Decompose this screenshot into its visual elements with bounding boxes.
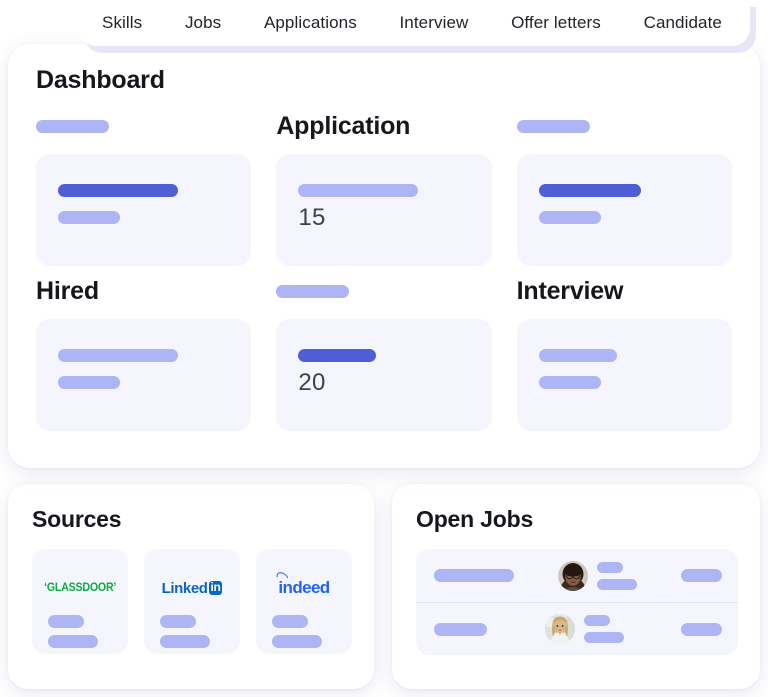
source-card-glassdoor[interactable]: ‘GLASSDOOR’ [32, 549, 128, 654]
job-meta-bar-bottom-1 [597, 578, 637, 590]
indeed-logo: indeed [272, 570, 352, 601]
placeholder-label-4 [276, 284, 350, 298]
top-navigation-bar: Skills Jobs Applications Interview Offer… [78, 0, 750, 46]
job-meta-bar-top-2 [583, 615, 610, 626]
sources-list: ‘GLASSDOOR’ Linked in indeed [32, 549, 352, 654]
source-bar-top-linkedin [160, 615, 196, 628]
job-title-bar-2 [434, 622, 487, 636]
stat-cell-4-header [276, 276, 491, 306]
dashboard-panel: Dashboard Application 15 Hired 20 Interv… [8, 44, 760, 468]
open-jobs-panel: Open Jobs [392, 484, 760, 689]
stat-value-application: 15 [298, 204, 326, 231]
source-card-linkedin[interactable]: Linked in [144, 549, 240, 654]
linkedin-word: Linked [161, 579, 208, 597]
indeed-logo-text: indeed [275, 570, 330, 598]
stat-bar-primary-interview [538, 349, 617, 362]
open-jobs-title: Open Jobs [416, 506, 534, 532]
linkedin-logo: Linked in [160, 575, 240, 601]
stat-cell-4: 20 [276, 276, 492, 431]
stat-card-0[interactable] [36, 154, 252, 266]
placeholder-label-2 [516, 119, 590, 133]
stat-card-application[interactable]: 15 [276, 154, 492, 266]
stat-title-application: Application [276, 111, 411, 140]
avatar-image-1 [558, 560, 588, 591]
stat-title-interview: Interview [516, 276, 624, 305]
stat-cell-interview: Interview [516, 276, 732, 431]
stat-bar-primary-4 [298, 349, 377, 362]
linkedin-in-badge: in [208, 580, 223, 595]
stat-bar-secondary-hired [58, 376, 120, 389]
stat-title-hired: Hired [36, 276, 99, 305]
stat-cell-application-header: Application [276, 111, 491, 141]
nav-item-skills[interactable]: Skills [96, 11, 148, 35]
open-jobs-table [416, 549, 738, 655]
stat-cell-hired-header: Hired [36, 276, 251, 306]
stat-value-4: 20 [298, 369, 326, 396]
stat-card-2[interactable] [516, 154, 732, 266]
stat-bar-primary-2 [538, 184, 641, 197]
source-bar-bottom-indeed [272, 635, 322, 648]
stat-bar-primary-0 [58, 184, 178, 197]
glassdoor-logo-text: ‘GLASSDOOR’ [43, 582, 117, 594]
source-bars-linkedin [160, 615, 210, 648]
table-row[interactable] [416, 602, 738, 655]
nav-item-offer-letters[interactable]: Offer letters [505, 11, 607, 35]
sources-panel: Sources ‘GLASSDOOR’ Linked in indeed [8, 484, 374, 689]
stat-cell-0-header [36, 111, 251, 141]
stat-cell-hired: Hired [36, 276, 252, 431]
table-row[interactable] [416, 549, 738, 602]
glassdoor-logo: ‘GLASSDOOR’ [44, 575, 128, 601]
stat-cell-2-header [516, 111, 732, 141]
linkedin-logo-text: Linked in [162, 580, 223, 597]
stat-card-grid: Application 15 Hired 20 Interview [36, 111, 732, 431]
job-meta-bar-bottom-2 [583, 632, 624, 643]
avatar-image-2 [544, 614, 575, 644]
page-title: Dashboard [36, 66, 165, 94]
nav-item-interview[interactable]: Interview [393, 11, 474, 35]
job-tag-2 [681, 622, 722, 636]
stat-cell-2 [516, 111, 732, 266]
stat-card-hired[interactable] [36, 319, 252, 431]
source-bars-glassdoor [48, 615, 98, 648]
job-tag-1 [681, 569, 722, 582]
job-meta-bar-top-1 [597, 561, 623, 573]
job-title-bar-1 [434, 569, 514, 582]
source-card-indeed[interactable]: indeed [256, 549, 352, 654]
stat-bar-primary-hired [58, 349, 178, 362]
placeholder-label-0 [36, 119, 109, 133]
nav-item-applications[interactable]: Applications [258, 11, 363, 35]
stat-bar-secondary-2 [538, 211, 601, 224]
stat-cell-application: Application 15 [276, 111, 492, 266]
bottom-panels-row: Sources ‘GLASSDOOR’ Linked in indeed Ope… [8, 484, 760, 689]
job-meta-2 [583, 615, 624, 643]
nav-item-candidate[interactable]: Candidate [638, 11, 728, 35]
source-bar-bottom-glassdoor [48, 635, 98, 648]
stat-card-4[interactable]: 20 [276, 319, 492, 431]
source-bar-bottom-linkedin [160, 635, 210, 648]
job-meta-1 [597, 561, 637, 590]
source-bar-top-glassdoor [48, 615, 84, 628]
source-bars-indeed [272, 615, 322, 648]
app-stage: Skills Jobs Applications Interview Offer… [0, 0, 768, 697]
stat-card-interview[interactable] [516, 319, 732, 431]
sources-title: Sources [32, 506, 122, 532]
stat-bar-secondary-interview [538, 376, 601, 389]
stat-cell-0 [36, 111, 252, 266]
candidate-avatar-2[interactable] [544, 614, 575, 644]
stat-cell-interview-header: Interview [517, 276, 732, 306]
stat-bar-primary-application [298, 184, 419, 197]
stat-bar-secondary-0 [58, 211, 120, 224]
candidate-avatar-1[interactable] [558, 560, 588, 591]
source-bar-top-indeed [272, 615, 308, 628]
nav-item-jobs[interactable]: Jobs [179, 11, 227, 35]
